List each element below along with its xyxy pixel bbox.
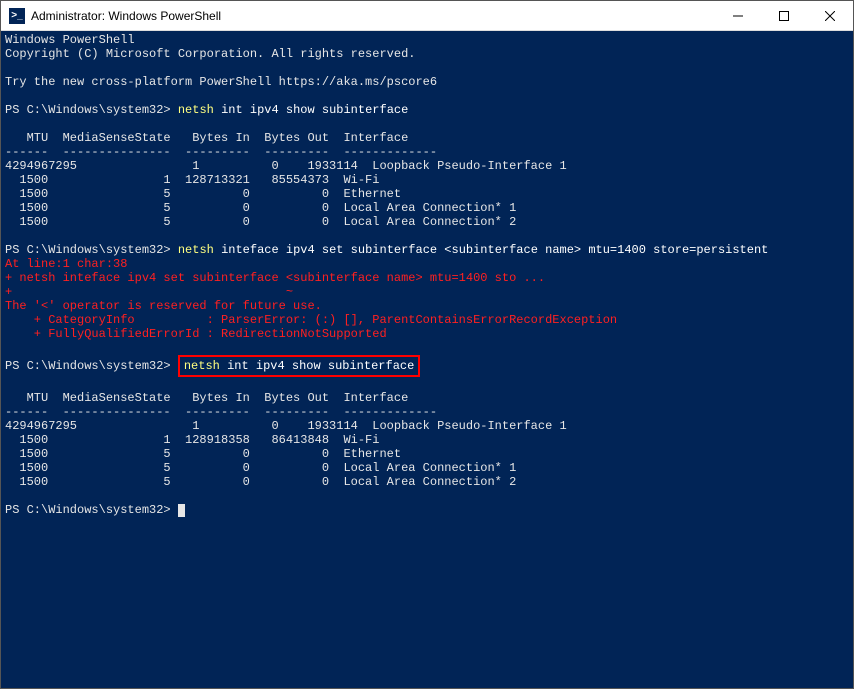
table-row: 1500 5 0 0 Local Area Connection* 1 — [5, 461, 516, 475]
titlebar[interactable]: >_ Administrator: Windows PowerShell — [1, 1, 853, 31]
table-header: MTU MediaSenseState Bytes In Bytes Out I… — [5, 391, 408, 405]
header-line: Copyright (C) Microsoft Corporation. All… — [5, 47, 415, 61]
command-exe: netsh — [178, 243, 214, 257]
maximize-icon — [779, 11, 789, 21]
prompt: PS C:\Windows\system32> — [5, 503, 171, 517]
error-line: + CategoryInfo : ParserError: (:) [], Pa… — [5, 313, 617, 327]
maximize-button[interactable] — [761, 1, 807, 31]
powershell-icon: >_ — [9, 8, 25, 24]
command-args: int ipv4 show subinterface — [227, 359, 414, 373]
table-row: 1500 5 0 0 Ethernet — [5, 447, 401, 461]
minimize-icon — [733, 11, 743, 21]
command-args: int ipv4 show subinterface — [221, 103, 408, 117]
command-exe: netsh — [178, 103, 214, 117]
prompt: PS C:\Windows\system32> — [5, 243, 171, 257]
table-header: MTU MediaSenseState Bytes In Bytes Out I… — [5, 131, 408, 145]
prompt: PS C:\Windows\system32> — [5, 103, 171, 117]
cursor[interactable] — [178, 504, 185, 517]
table-row: 4294967295 1 0 1933114 Loopback Pseudo-I… — [5, 159, 567, 173]
terminal-output[interactable]: Windows PowerShell Copyright (C) Microso… — [1, 31, 853, 688]
error-line: + netsh inteface ipv4 set subinterface <… — [5, 271, 545, 285]
powershell-window: >_ Administrator: Windows PowerShell Win… — [0, 0, 854, 689]
close-icon — [825, 11, 835, 21]
command-args: inteface ipv4 set subinterface <subinter… — [221, 243, 768, 257]
table-row: 4294967295 1 0 1933114 Loopback Pseudo-I… — [5, 419, 567, 433]
error-line: The '<' operator is reserved for future … — [5, 299, 322, 313]
error-line: + FullyQualifiedErrorId : RedirectionNot… — [5, 327, 387, 341]
table-row: 1500 5 0 0 Ethernet — [5, 187, 401, 201]
table-row: 1500 5 0 0 Local Area Connection* 2 — [5, 475, 516, 489]
highlighted-command: netsh int ipv4 show subinterface — [178, 355, 420, 377]
table-row: 1500 5 0 0 Local Area Connection* 1 — [5, 201, 516, 215]
error-line: At line:1 char:38 — [5, 257, 127, 271]
table-row: 1500 1 128713321 85554373 Wi-Fi — [5, 173, 379, 187]
command-exe: netsh — [184, 359, 220, 373]
prompt: PS C:\Windows\system32> — [5, 359, 171, 373]
error-line: + ~ — [5, 285, 293, 299]
header-line: Try the new cross-platform PowerShell ht… — [5, 75, 437, 89]
minimize-button[interactable] — [715, 1, 761, 31]
close-button[interactable] — [807, 1, 853, 31]
window-title: Administrator: Windows PowerShell — [31, 9, 221, 23]
table-row: 1500 5 0 0 Local Area Connection* 2 — [5, 215, 516, 229]
header-line: Windows PowerShell — [5, 33, 135, 47]
table-row: 1500 1 128918358 86413848 Wi-Fi — [5, 433, 379, 447]
